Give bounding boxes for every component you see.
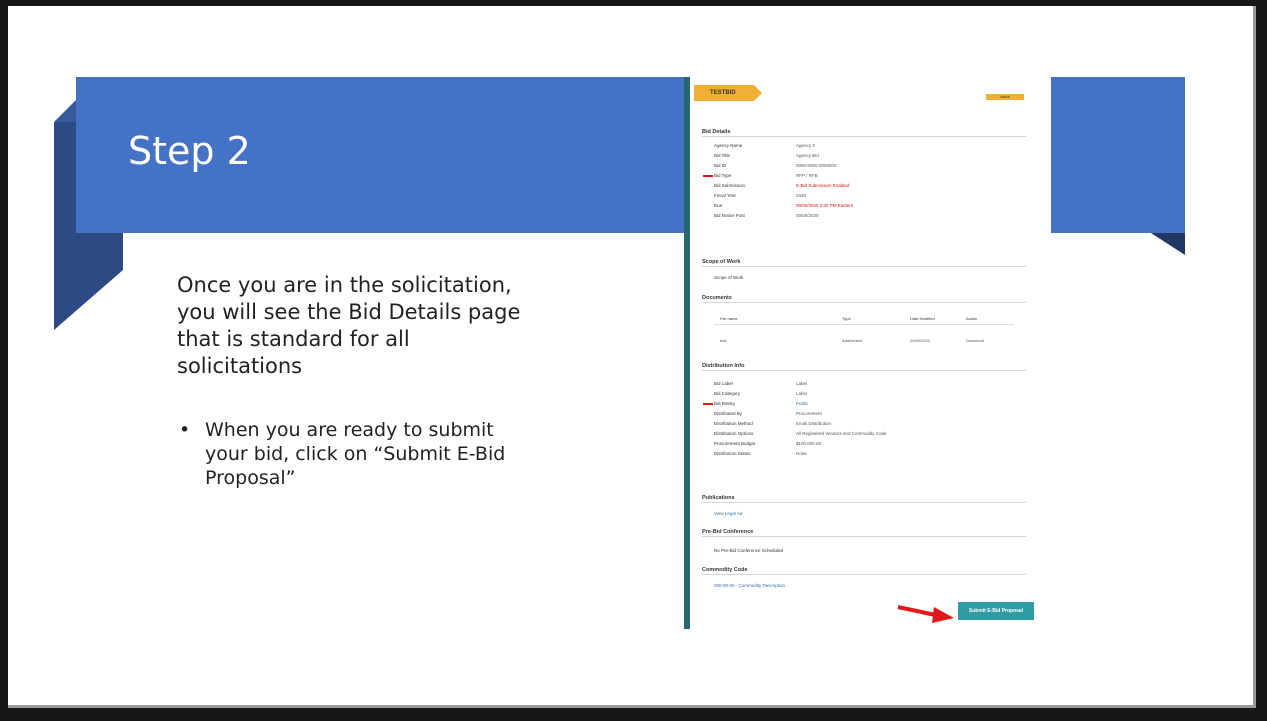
ribbon-tail bbox=[54, 270, 123, 330]
publications-link[interactable]: View Legal Ad bbox=[714, 511, 742, 516]
table-row[interactable]: test Attachment 00/00/2020 Download bbox=[714, 336, 1014, 344]
section-publications: Publications bbox=[702, 495, 1026, 503]
bid-tag: TESTBID bbox=[694, 85, 762, 101]
distribution-row: Bid Label Label bbox=[714, 381, 807, 386]
detail-row-agency: Agency Name Agency Z bbox=[714, 143, 815, 148]
detail-value: 00/00/2020 2:00 PM Eastern bbox=[796, 203, 854, 208]
detail-row-title: Bid Title Agency Bid bbox=[714, 153, 819, 158]
status-badge: Active bbox=[986, 94, 1024, 100]
section-bid-details: Bid Details bbox=[702, 129, 1026, 137]
distribution-row: Distribution Status Done bbox=[714, 451, 807, 456]
distribution-row: Distributed By Procurement bbox=[714, 411, 822, 416]
detail-row-due: Due 00/00/2020 2:00 PM Eastern bbox=[714, 203, 853, 208]
distribution-row: Procurement Budget $100,000.00 bbox=[714, 441, 821, 446]
presentation-slide: Step 2 Once you are in the solicitation,… bbox=[8, 6, 1256, 708]
detail-label: Bid Notice Post bbox=[714, 213, 745, 218]
detail-row-submission: Bid Submission E-Bid Submission Enabled bbox=[714, 183, 849, 188]
distribution-value: Procurement bbox=[796, 411, 822, 416]
distribution-row: Distribution Method Email Distribution bbox=[714, 421, 831, 426]
detail-value: Agency Z bbox=[796, 143, 816, 148]
detail-label: Bid ID bbox=[714, 163, 727, 168]
detail-label: Bid Title bbox=[714, 153, 731, 158]
distribution-label: Distribution Options bbox=[714, 431, 754, 436]
distribution-value: Done bbox=[796, 451, 807, 456]
detail-value: 2020 bbox=[796, 193, 807, 198]
distribution-value: All Registered Vendors and Commodity Cod… bbox=[796, 431, 887, 436]
distribution-row: Bid Rating Public bbox=[714, 401, 808, 406]
right-banner bbox=[1051, 77, 1185, 233]
detail-label: Agency Name bbox=[714, 143, 743, 148]
slide-title: Step 2 bbox=[128, 129, 251, 173]
distribution-label: Procurement Budget bbox=[714, 441, 756, 446]
detail-row-notice: Bid Notice Post 00/00/2020 bbox=[714, 213, 819, 218]
column-header: File name bbox=[720, 316, 738, 321]
section-documents: Documents bbox=[702, 295, 1026, 303]
distribution-value: $100,000.00 bbox=[796, 441, 822, 446]
section-scope-of-work: Scope of Work bbox=[702, 259, 1026, 267]
distribution-label: Bid Rating bbox=[714, 401, 735, 406]
table-cell: test bbox=[720, 338, 727, 343]
red-arrow-icon bbox=[897, 605, 954, 623]
detail-label: Bid Submission bbox=[714, 183, 746, 188]
detail-label: Fiscal Year bbox=[714, 193, 737, 198]
red-marker-bid-rating bbox=[703, 403, 713, 405]
submit-e-bid-proposal-button[interactable]: Submit E-Bid Proposal bbox=[958, 602, 1034, 620]
pre-bid-text: No Pre-Bid Conference Scheduled bbox=[714, 548, 784, 553]
distribution-row: Distribution Options All Registered Vendo… bbox=[714, 431, 887, 436]
distribution-label: Distributed By bbox=[714, 411, 743, 416]
slide-body-text: Once you are in the solicitation, you wi… bbox=[177, 273, 521, 378]
ribbon-fold-top bbox=[54, 100, 76, 122]
distribution-value: Label bbox=[796, 381, 808, 386]
column-header: Type bbox=[842, 316, 851, 321]
download-link[interactable]: Download bbox=[966, 338, 984, 343]
table-cell: 00/00/2020 bbox=[910, 338, 931, 343]
section-distribution-info: Distribution Info bbox=[702, 363, 1026, 371]
screen-frame: Step 2 Once you are in the solicitation,… bbox=[0, 0, 1267, 721]
distribution-label: Bid Label bbox=[714, 381, 733, 386]
table-cell: Attachment bbox=[842, 338, 863, 343]
bullet-list: When you are ready to submit your bid, c… bbox=[177, 418, 537, 490]
distribution-label: Bid Category bbox=[714, 391, 741, 396]
detail-row-type: Bid Type RFP / RFB bbox=[714, 173, 818, 178]
commodity-code-link[interactable]: 000-00-00 - Commodity Description bbox=[714, 583, 785, 588]
detail-row-fiscal-year: Fiscal Year 2020 bbox=[714, 193, 806, 198]
distribution-value: Email Distribution bbox=[796, 421, 832, 426]
detail-value: E-Bid Submission Enabled bbox=[796, 183, 850, 188]
detail-row-id: Bid ID 0000-0000-0000000 bbox=[714, 163, 837, 168]
distribution-value: Public bbox=[796, 401, 809, 406]
bid-details-screenshot: TESTBID Active Bid Details Agency Name Ag… bbox=[684, 77, 1034, 629]
detail-value: Agency Bid bbox=[796, 153, 819, 158]
detail-value: RFP / RFB bbox=[796, 173, 818, 178]
distribution-label: Distribution Method bbox=[714, 421, 753, 426]
section-pre-bid-conference: Pre-Bid Conference bbox=[702, 529, 1026, 537]
detail-value: 00/00/2020 bbox=[796, 213, 819, 218]
title-banner: Step 2 bbox=[76, 77, 685, 233]
right-banner-fold bbox=[1151, 233, 1185, 255]
distribution-value: Label bbox=[796, 391, 808, 396]
detail-label: Due bbox=[714, 203, 723, 208]
distribution-label: Distribution Status bbox=[714, 451, 751, 456]
bullet-item: When you are ready to submit your bid, c… bbox=[177, 418, 537, 490]
column-header: Action bbox=[966, 316, 978, 321]
column-header: Date Modified bbox=[910, 316, 935, 321]
detail-label: Bid Type bbox=[714, 173, 732, 178]
documents-table-header: File name Type Date Modified Action bbox=[714, 314, 1014, 325]
scope-text: Scope of Work bbox=[714, 275, 744, 280]
detail-value: 0000-0000-0000000 bbox=[796, 163, 837, 168]
section-commodity-code: Commodity Code bbox=[702, 567, 1026, 575]
distribution-row: Bid Category Label bbox=[714, 391, 807, 396]
red-marker-bid-type bbox=[703, 175, 713, 177]
